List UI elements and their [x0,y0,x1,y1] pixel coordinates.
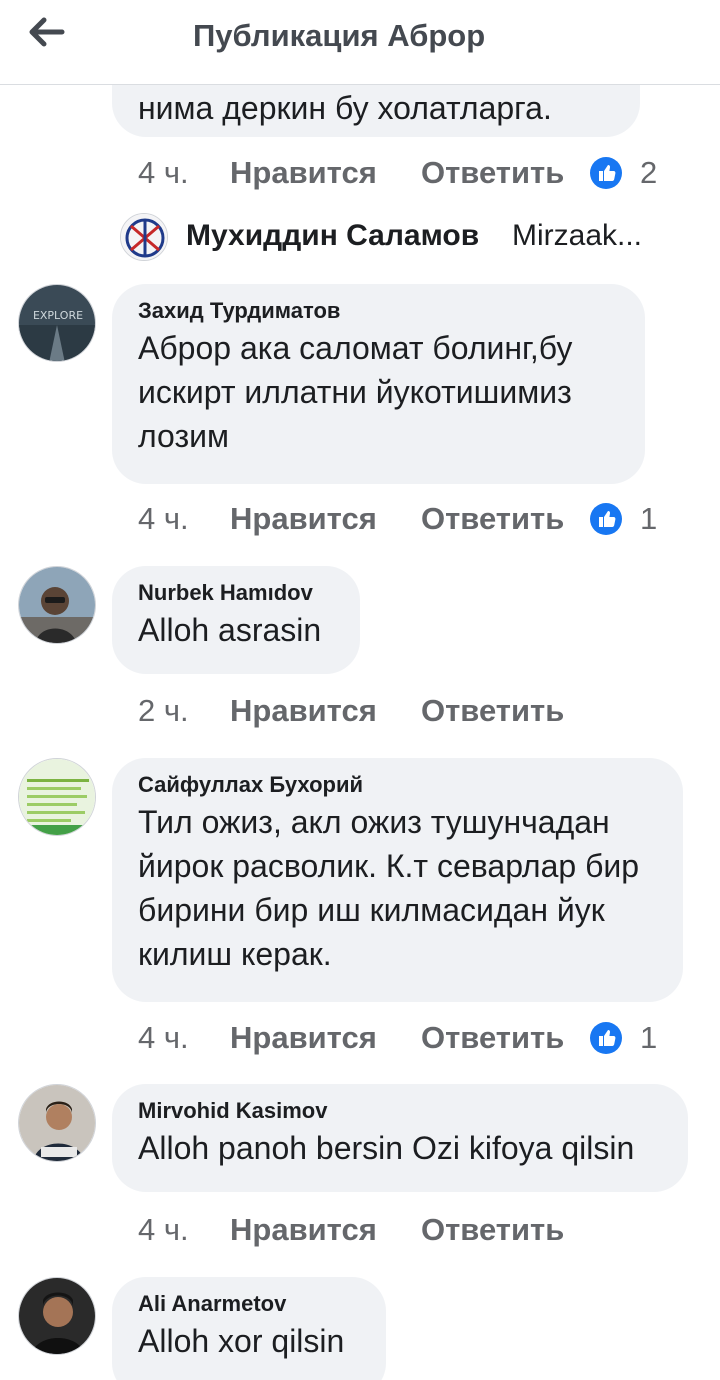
reaction-count: 1 [640,501,658,536]
comment-text: Аброр ака саломат болинг,бу искирт иллат… [138,330,573,454]
reply-button[interactable]: Ответить [421,693,564,729]
comment-author-name[interactable]: Nurbek Hamıdov [138,580,334,606]
like-button[interactable]: Нравится [230,1212,377,1248]
comments-list: нима деркин бу холатларга. 4 ч. Нравится… [0,85,720,1380]
reply-button[interactable]: Ответить [421,501,564,537]
avatar [120,213,168,261]
reply-button[interactable]: Ответить [421,1020,564,1056]
comment-text: нима деркин бу холатларга. [138,90,552,126]
like-reaction-icon[interactable] [590,1022,622,1054]
page-title: Публикация Аброр [193,18,486,53]
comment-author-name[interactable]: Сайфуллах Бухорий [138,772,657,798]
comment-author-name[interactable]: Mirvohid Kasimov [138,1098,662,1124]
reaction-count: 1 [640,1020,658,1055]
comment-text: Тил ожиз, акл ожиз тушунчадан йирок расв… [138,804,640,972]
comment-bubble: Захид Турдиматов Аброр ака саломат болин… [112,284,645,484]
top-bar: Публикация Аброр [0,0,720,85]
comment-actions: 2 ч. Нравится Ответить [138,693,698,733]
comment-time: 4 ч. [138,501,189,536]
comment-actions: 4 ч. Нравится Ответить 2 [138,155,698,195]
comment-bubble: Nurbek Hamıdov Alloh asrasin [112,566,360,674]
reply-preview-text: Mirzaak... [512,219,643,252]
like-button[interactable]: Нравится [230,693,377,729]
comment-author-name[interactable]: Захид Турдиматов [138,298,619,324]
comment-time: 2 ч. [138,693,189,728]
comment-text: Alloh panoh bersin Ozi kifoya qilsin [138,1130,635,1166]
like-reaction-icon[interactable] [590,157,622,189]
comment-bubble: Ali Anarmetov Alloh xor qilsin [112,1277,386,1380]
like-button[interactable]: Нравится [230,1020,377,1056]
avatar[interactable]: EXPLORE [18,284,96,362]
back-button[interactable] [26,14,70,50]
comment-time: 4 ч. [138,1020,189,1055]
arrow-left-icon [29,17,65,47]
comment-author-name[interactable]: Ali Anarmetov [138,1291,360,1317]
comment-time: 4 ч. [138,1212,189,1247]
comment-actions: 4 ч. Нравится Ответить 1 [138,1020,698,1060]
reply-author-name[interactable]: Мухиддин Саламов [186,219,479,253]
comment-bubble: Mirvohid Kasimov Alloh panoh bersin Ozi … [112,1084,688,1192]
reaction-count: 2 [640,155,658,190]
comment-text: Alloh xor qilsin [138,1323,345,1359]
reply-button[interactable]: Ответить [421,1212,564,1248]
comment-text: Alloh asrasin [138,612,322,648]
comment-time: 4 ч. [138,155,189,190]
avatar[interactable] [18,1277,96,1355]
avatar[interactable] [18,758,96,836]
like-button[interactable]: Нравится [230,155,377,191]
like-button[interactable]: Нравится [230,501,377,537]
comment-bubble: нима деркин бу холатларга. [112,85,640,137]
reply-button[interactable]: Ответить [421,155,564,191]
svg-text:EXPLORE: EXPLORE [33,309,83,322]
comment-actions: 4 ч. Нравится Ответить 1 [138,501,698,541]
comment-actions: 4 ч. Нравится Ответить [138,1212,698,1252]
comment-bubble: Сайфуллах Бухорий Тил ожиз, акл ожиз туш… [112,758,683,1002]
like-reaction-icon[interactable] [590,503,622,535]
avatar[interactable] [18,566,96,644]
view-replies-row[interactable]: Мухиддин Саламов Mirzaak... [120,213,720,261]
avatar[interactable] [18,1084,96,1162]
